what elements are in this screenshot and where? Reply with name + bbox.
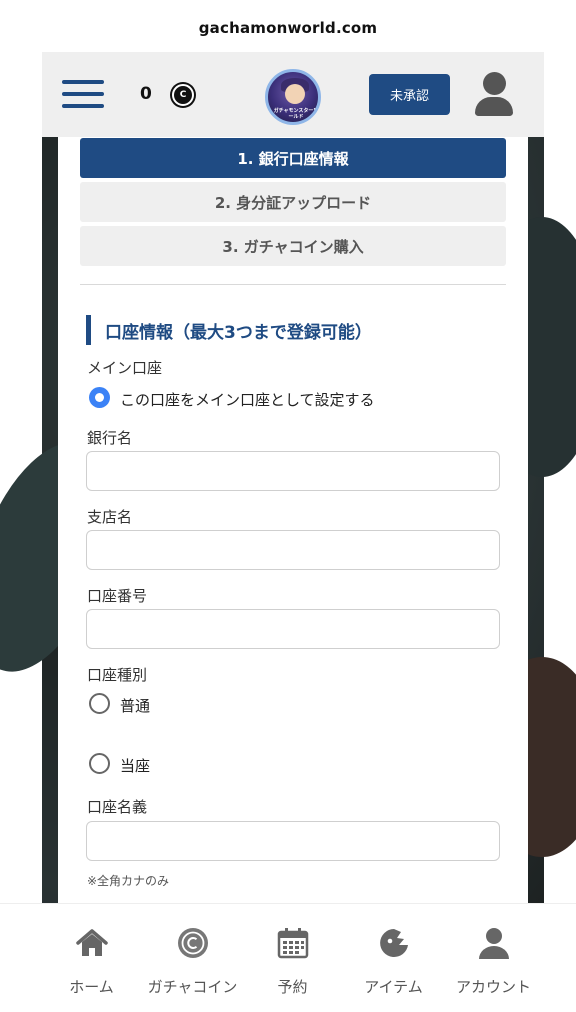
tab-home[interactable]: ホーム <box>34 904 149 1004</box>
home-icon <box>75 929 108 956</box>
account-icon <box>478 928 509 959</box>
menu-icon[interactable] <box>62 77 104 111</box>
account-type-ordinary-label: 普通 <box>120 697 151 715</box>
url-text: gachamonworld.com <box>198 19 378 37</box>
site-logo[interactable]: ガチャモンスターワールド <box>265 69 321 125</box>
bank-name-input[interactable] <box>86 451 500 491</box>
branch-name-input[interactable] <box>86 530 500 570</box>
bottom-tab-bar: ホーム ガチャコイン 予約 アイテム アカウント <box>0 903 576 1012</box>
main-account-label: メイン口座 <box>87 359 163 377</box>
user-avatar-icon[interactable] <box>474 72 514 116</box>
coin-icon <box>177 928 208 958</box>
main-account-radio[interactable] <box>89 387 110 408</box>
account-number-label: 口座番号 <box>87 587 148 605</box>
bank-form-panel: 1. 銀行口座情報 2. 身分証アップロード 3. ガチャコイン購入 口座情報（… <box>58 137 528 903</box>
section-title-bar <box>86 315 91 345</box>
item-icon <box>379 929 408 957</box>
tab-reservation[interactable]: 予約 <box>235 904 350 1004</box>
coin-symbol: C <box>179 90 187 100</box>
account-type-radio-ordinary[interactable] <box>89 693 110 714</box>
account-type-checking-label: 当座 <box>120 757 151 775</box>
account-type-radio-checking[interactable] <box>89 753 110 774</box>
section-title: 口座情報（最大3つまで登録可能） <box>86 315 372 345</box>
account-holder-note: ※全角カナのみ <box>87 874 170 888</box>
tab-items[interactable]: アイテム <box>336 904 451 1004</box>
account-number-input[interactable] <box>86 609 500 649</box>
account-holder-input[interactable] <box>86 821 500 861</box>
tab-gacha-coin-label: ガチャコイン <box>147 978 238 996</box>
browser-url-bar[interactable]: gachamonworld.com <box>0 0 576 52</box>
section-title-text: 口座情報（最大3つまで登録可能） <box>105 322 372 343</box>
account-holder-label: 口座名義 <box>87 798 148 816</box>
approval-status-button[interactable]: 未承認 <box>369 74 450 115</box>
app-header: 0 C ガチャモンスターワールド 未承認 <box>42 52 544 137</box>
step-bank-info[interactable]: 1. 銀行口座情報 <box>80 138 506 178</box>
coin-balance: 0 <box>140 84 152 104</box>
tab-home-label: ホーム <box>69 978 114 996</box>
tab-account-label: アカウント <box>455 978 531 996</box>
tab-reservation-label: 予約 <box>277 978 308 996</box>
bank-name-label: 銀行名 <box>87 429 133 447</box>
step-coin-purchase[interactable]: 3. ガチャコイン購入 <box>80 226 506 266</box>
branch-name-label: 支店名 <box>87 508 133 526</box>
coin-icon: C <box>170 82 196 108</box>
logo-text: ガチャモンスターワールド <box>273 108 319 120</box>
divider <box>80 284 506 285</box>
calendar-icon <box>277 928 308 959</box>
step-id-upload[interactable]: 2. 身分証アップロード <box>80 182 506 222</box>
main-account-option-label: この口座をメイン口座として設定する <box>120 391 375 409</box>
tab-items-label: アイテム <box>364 978 423 996</box>
account-type-label: 口座種別 <box>87 666 148 684</box>
tab-gacha-coin[interactable]: ガチャコイン <box>135 904 250 1004</box>
tab-account[interactable]: アカウント <box>436 904 551 1004</box>
